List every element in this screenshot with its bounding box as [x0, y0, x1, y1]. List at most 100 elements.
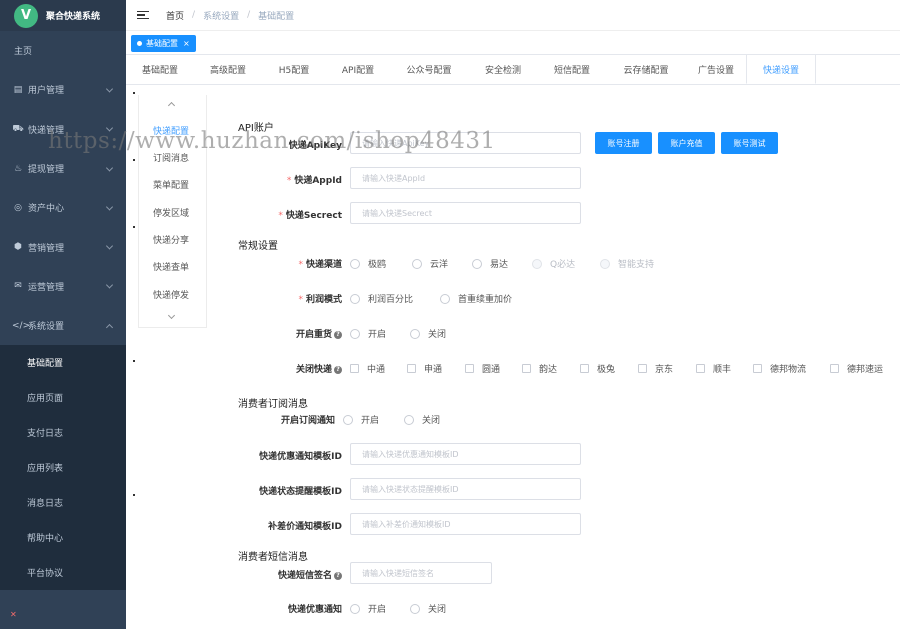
tab-api[interactable]: API配置: [326, 54, 390, 84]
radio-circle: [350, 603, 360, 614]
breadcrumb-home[interactable]: 首页: [166, 9, 184, 22]
close-express-deppon-express[interactable]: 德邦速运: [830, 362, 883, 375]
side-tab-share[interactable]: 快递分享: [139, 228, 207, 250]
profit-option-percent[interactable]: 利润百分比: [350, 292, 413, 305]
submenu-item-msglog[interactable]: 消息日志: [0, 485, 126, 520]
status-tpl-input[interactable]: [350, 478, 581, 500]
tab-security[interactable]: 安全检测: [468, 54, 538, 84]
sidebar-item-label: 系统设置: [28, 322, 65, 333]
side-tab-query[interactable]: 快递查单: [139, 255, 207, 277]
close-icon[interactable]: ×: [183, 39, 190, 48]
tab-basic[interactable]: 基础配置: [126, 54, 194, 84]
tab-h5[interactable]: H5配置: [262, 54, 326, 84]
option-label: 开启: [368, 605, 387, 615]
tab-express[interactable]: 快递设置: [746, 54, 816, 84]
channel-option-yunyang[interactable]: 云洋: [412, 257, 448, 270]
withdraw-icon: ♨: [13, 163, 23, 174]
side-tab-menu[interactable]: 菜单配置: [139, 173, 207, 195]
profit-option-weight[interactable]: 首重续重加价: [440, 292, 512, 305]
side-tab-subscription[interactable]: 订阅消息: [139, 146, 207, 168]
hamburger-icon[interactable]: [137, 10, 149, 20]
sms-sign-input[interactable]: [350, 562, 492, 584]
submenu-item-pages[interactable]: 应用页面: [0, 380, 126, 415]
side-tab-stop-send[interactable]: 快递停发: [139, 283, 207, 305]
side-tab-express-config[interactable]: 快递配置: [139, 119, 207, 141]
tab-sms[interactable]: 短信配置: [538, 54, 606, 84]
sub-notify-option-on[interactable]: 开启: [343, 413, 379, 426]
submenu-item-help[interactable]: 帮助中心: [0, 520, 126, 555]
account-recharge-button[interactable]: 账户充值: [658, 132, 715, 154]
account-test-button[interactable]: 账号测试: [721, 132, 778, 154]
close-express-zto[interactable]: 中通: [350, 362, 385, 375]
breadcrumb-separator: /: [192, 10, 196, 20]
divider-dot: [133, 226, 135, 228]
chevron-down-icon: [105, 242, 114, 250]
divider-dot: [133, 159, 135, 161]
radio-circle: [350, 258, 360, 269]
option-label: 德邦物流: [770, 365, 807, 375]
app-logo[interactable]: V 聚合快递系统: [0, 0, 126, 31]
help-icon[interactable]: ?: [334, 571, 342, 580]
submenu-item-basic[interactable]: 基础配置: [0, 345, 126, 380]
account-register-button[interactable]: 账号注册: [595, 132, 652, 154]
sidebar-item-express[interactable]: ⛟ 快递管理: [0, 110, 126, 149]
discount-tpl-input[interactable]: [350, 443, 581, 465]
close-express-sto[interactable]: 申通: [407, 362, 442, 375]
sidebar-item-users[interactable]: ▤ 用户管理: [0, 70, 126, 109]
submenu-item-apps[interactable]: 应用列表: [0, 450, 126, 485]
navbar: 首页 / 系统设置 / 基础配置: [126, 0, 900, 31]
chevron-up-icon[interactable]: [167, 101, 176, 110]
submenu-item-paylog[interactable]: 支付日志: [0, 415, 126, 450]
sidebar-item-withdraw[interactable]: ♨ 提现管理: [0, 149, 126, 188]
apikey-input[interactable]: [350, 132, 581, 154]
breadcrumb-separator: /: [247, 10, 251, 20]
checkbox-box: [465, 364, 474, 373]
tab-cloud-storage[interactable]: 云存储配置: [606, 54, 686, 84]
close-express-label-text: 关闭快递: [295, 365, 332, 375]
sms-discount-option-off[interactable]: 关闭: [410, 602, 446, 615]
close-express-deppon-logistics[interactable]: 德邦物流: [753, 362, 806, 375]
checkbox-box: [350, 364, 359, 373]
close-express-yto[interactable]: 圆通: [465, 362, 500, 375]
close-express-jitu[interactable]: 极兔: [580, 362, 615, 375]
sub-notify-option-off[interactable]: 关闭: [404, 413, 440, 426]
tab-ads[interactable]: 广告设置: [686, 54, 746, 84]
help-icon[interactable]: ?: [334, 330, 342, 339]
channel-option-jiou[interactable]: 极鸥: [350, 257, 386, 270]
help-icon[interactable]: ?: [334, 365, 342, 374]
close-express-sf[interactable]: 顺丰: [696, 362, 731, 375]
sidebar-item-label: 主页: [14, 47, 33, 58]
status-tpl-label: 快递状态提醒模板ID: [259, 484, 342, 497]
option-label: 关闭: [428, 330, 447, 340]
sms-sign-label-text: 快递短信签名: [277, 571, 332, 581]
submenu-item-agreement[interactable]: 平台协议: [0, 555, 126, 590]
option-label: 利润百分比: [368, 295, 414, 305]
sms-discount-option-on[interactable]: 开启: [350, 602, 386, 615]
assets-icon: ◎: [14, 202, 22, 213]
mail-icon: ✉: [14, 281, 22, 292]
sidebar-item-operations[interactable]: ✉ 运营管理: [0, 267, 126, 306]
close-express-jd[interactable]: 京东: [638, 362, 673, 375]
chevron-down-icon[interactable]: [167, 311, 176, 320]
side-tab-stop-area[interactable]: 停发区域: [139, 201, 207, 223]
tab-advanced[interactable]: 高级配置: [194, 54, 262, 84]
diff-tpl-input[interactable]: [350, 513, 581, 535]
option-label: 顺丰: [713, 365, 732, 375]
sidebar-item-assets[interactable]: ◎ 资产中心: [0, 188, 126, 227]
appid-input[interactable]: [350, 167, 581, 189]
secret-input[interactable]: [350, 202, 581, 224]
section-api-account: API账户: [238, 123, 274, 134]
sidebar-item-home[interactable]: 主页: [0, 31, 126, 70]
sidebar-item-label: 资产中心: [28, 204, 65, 215]
close-express-yunda[interactable]: 韵达: [522, 362, 557, 375]
checkbox-box: [522, 364, 531, 373]
sidebar-item-marketing[interactable]: ⬢ 营销管理: [0, 227, 126, 266]
rebook-option-on[interactable]: 开启: [350, 327, 386, 340]
sidebar-item-system[interactable]: </> 系统设置: [0, 306, 126, 345]
breadcrumb-level1[interactable]: 系统设置: [203, 9, 239, 22]
rebook-option-off[interactable]: 关闭: [410, 327, 446, 340]
tag-basic-config[interactable]: 基础配置 ×: [131, 35, 196, 52]
channel-option-yida[interactable]: 易达: [472, 257, 508, 270]
tab-official-account[interactable]: 公众号配置: [390, 54, 468, 84]
profit-label-text: 利润模式: [305, 295, 342, 305]
